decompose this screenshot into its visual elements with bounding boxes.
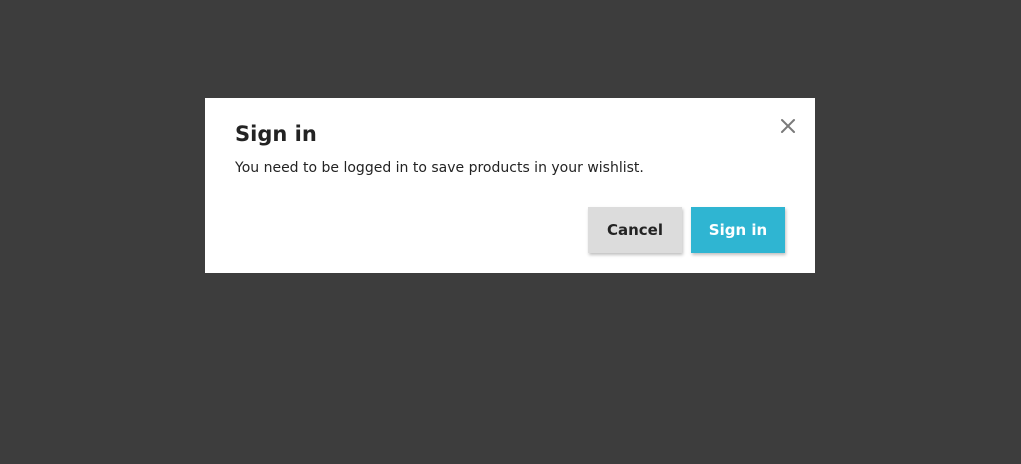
sign-in-modal: Sign in You need to be logged in to save… — [205, 98, 815, 273]
close-icon — [780, 118, 796, 134]
close-button[interactable] — [777, 115, 799, 137]
modal-title: Sign in — [235, 122, 317, 146]
cancel-button[interactable]: Cancel — [588, 207, 682, 253]
sign-in-button[interactable]: Sign in — [691, 207, 785, 253]
modal-message: You need to be logged in to save product… — [235, 160, 644, 176]
